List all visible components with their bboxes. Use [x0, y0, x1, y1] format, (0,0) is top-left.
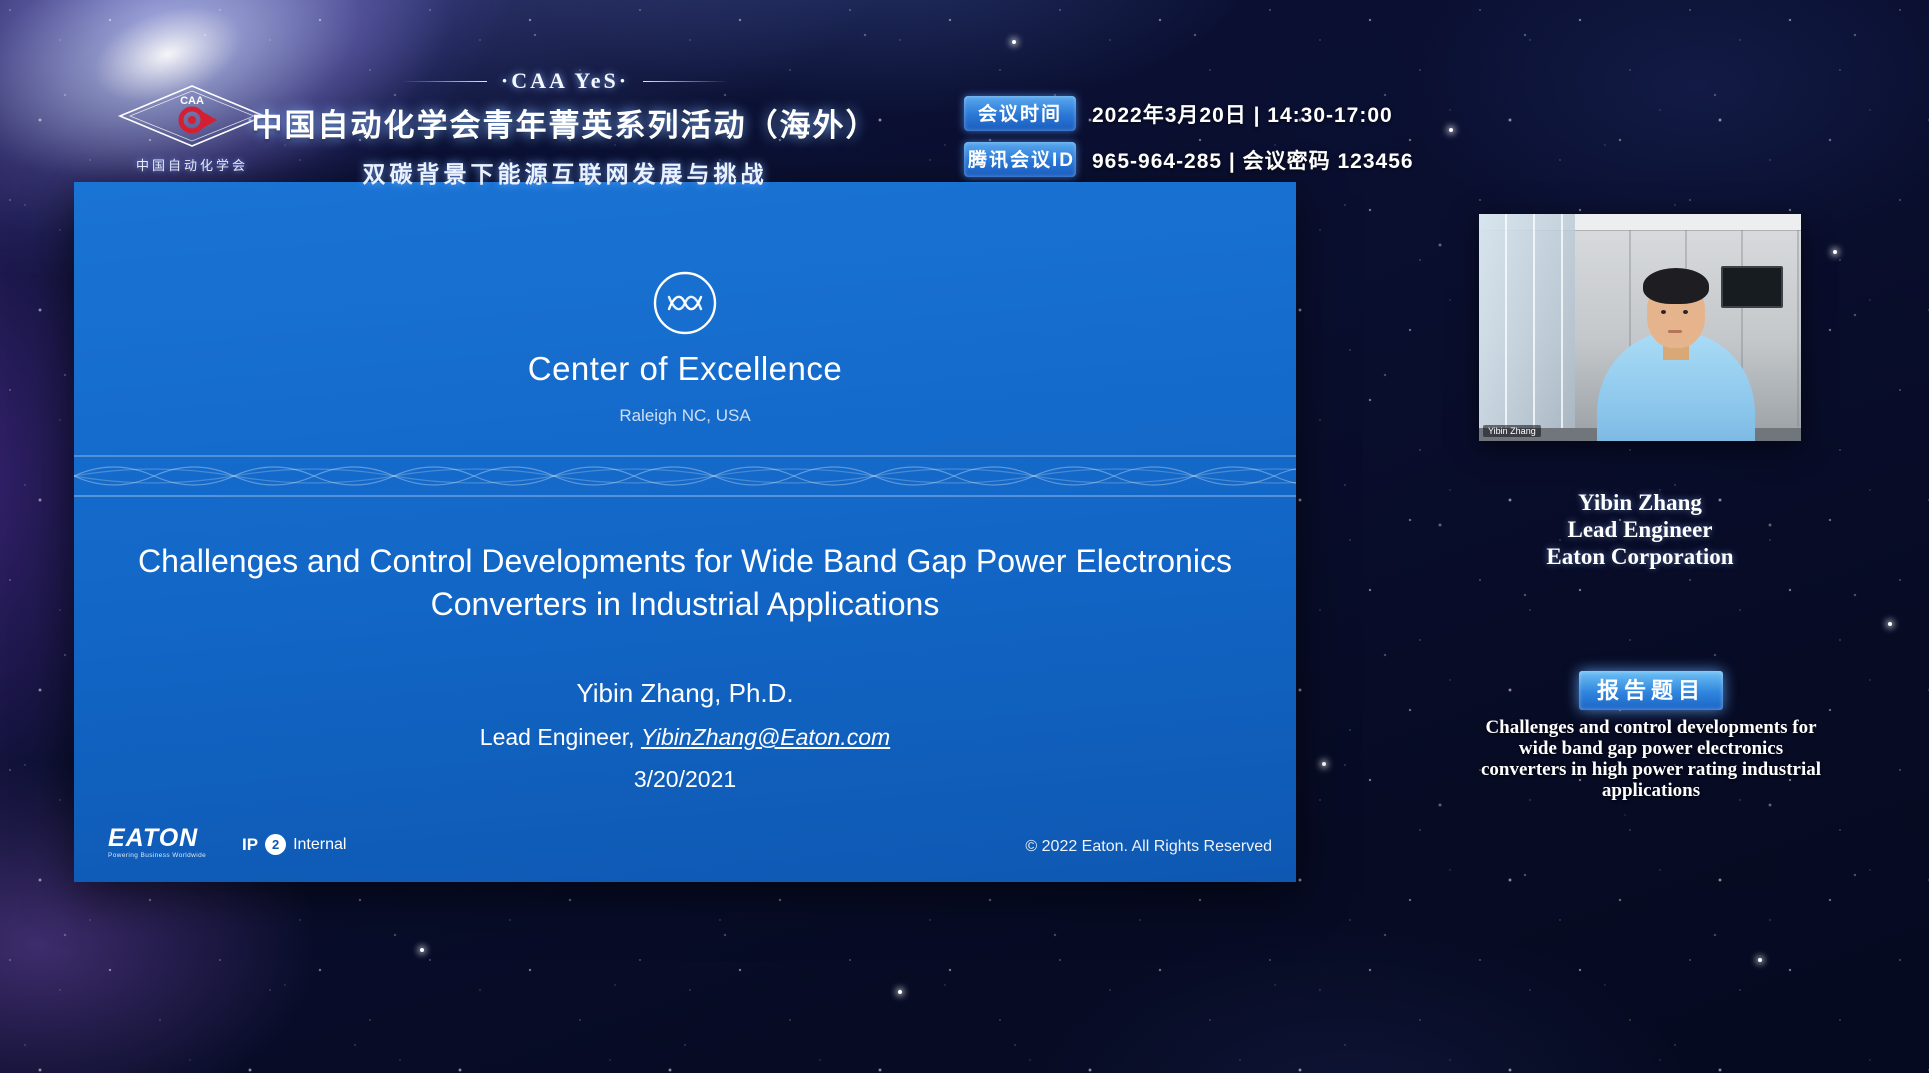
coe-wave-logo-icon — [652, 270, 718, 341]
report-title-badge: 报告题目 — [1579, 671, 1723, 710]
copyright-notice: © 2022 Eaton. All Rights Reserved — [1025, 838, 1272, 856]
wall-tv-screen — [1721, 266, 1783, 308]
presenter-name: Yibin Zhang — [1468, 489, 1812, 516]
report-title: Challenges and control developments for … — [1445, 717, 1857, 801]
presenter-video-feed[interactable]: Yibin Zhang — [1479, 214, 1801, 441]
classification-prefix: IP — [242, 835, 258, 855]
meeting-info: 会议时间 2022年3月20日 | 14:30-17:00 腾讯会议ID 965… — [964, 96, 1414, 188]
slide-title-line-2: Converters in Industrial Applications — [74, 583, 1296, 626]
meeting-id-value: 965-964-285 | 会议密码 123456 — [1092, 145, 1414, 175]
bright-star — [1012, 40, 1016, 44]
presenter-identity-block: Yibin Zhang Lead Engineer Eaton Corporat… — [1468, 489, 1812, 570]
slide-role-line: Lead Engineer, YibinZhang@Eaton.com — [74, 724, 1296, 751]
slide-org-location: Raleigh NC, USA — [74, 406, 1296, 426]
presenter-role: Lead Engineer — [1468, 516, 1812, 543]
presentation-slide: Center of Excellence Raleigh NC, USA Cha… — [74, 182, 1296, 882]
slide-org-title: Center of Excellence — [74, 350, 1296, 388]
series-row: ·CAA YeS· — [185, 68, 945, 94]
presenter-right-eye — [1683, 310, 1688, 314]
meeting-id-row: 腾讯会议ID 965-964-285 | 会议密码 123456 — [964, 142, 1414, 177]
eaton-logo: EATON Powering Business Worldwide — [108, 826, 206, 860]
meeting-time-badge: 会议时间 — [964, 96, 1076, 131]
bright-star — [1322, 762, 1326, 766]
wave-divider — [74, 450, 1296, 502]
author-email-link[interactable]: YibinZhang@Eaton.com — [641, 724, 890, 750]
bright-star — [1758, 958, 1762, 962]
bright-star — [1888, 622, 1892, 626]
report-title-line-2: wide band gap power electronics — [1445, 738, 1857, 759]
slide-author: Yibin Zhang, Ph.D. — [74, 678, 1296, 709]
meeting-time-row: 会议时间 2022年3月20日 | 14:30-17:00 — [964, 96, 1414, 131]
slide-role-prefix: Lead Engineer, — [480, 724, 641, 750]
presenter-org: Eaton Corporation — [1468, 543, 1812, 570]
report-title-line-3: converters in high power rating industri… — [1445, 759, 1857, 780]
bright-star — [1449, 128, 1453, 132]
presenter-mouth — [1668, 330, 1682, 333]
meeting-id-badge: 腾讯会议ID — [964, 142, 1076, 177]
eaton-wordmark: EATON — [108, 826, 206, 851]
report-title-line-4: applications — [1445, 780, 1857, 801]
event-title: 中国自动化学会青年菁英系列活动（海外） — [185, 100, 945, 145]
bright-star — [898, 990, 902, 994]
report-title-line-1: Challenges and control developments for — [1445, 717, 1857, 738]
video-name-overlay: Yibin Zhang — [1483, 425, 1541, 437]
decorative-line-right — [643, 81, 729, 82]
presenter-hair — [1643, 268, 1709, 304]
glass-reflection-lines — [1479, 214, 1575, 441]
presenter-left-eye — [1661, 310, 1666, 314]
eaton-tagline: Powering Business Worldwide — [108, 853, 206, 860]
decorative-line-left — [401, 81, 487, 82]
bright-star — [1833, 250, 1837, 254]
slide-title: Challenges and Control Developments for … — [74, 540, 1296, 626]
event-title-block: ·CAA YeS· 中国自动化学会青年菁英系列活动（海外） 双碳背景下能源互联网… — [185, 68, 945, 189]
office-glass-wall — [1479, 214, 1575, 441]
webinar-screenshot: CAA 中国自动化学会 ·CAA YeS· 中国自动化学会青年菁英系列活动（海外… — [0, 0, 1929, 1073]
classification-mark: IP 2 Internal — [242, 834, 346, 855]
bright-star — [420, 948, 424, 952]
slide-title-line-1: Challenges and Control Developments for … — [74, 540, 1296, 583]
series-label: ·CAA YeS· — [501, 68, 629, 94]
classification-level-icon: 2 — [265, 834, 286, 855]
meeting-time-value: 2022年3月20日 | 14:30-17:00 — [1092, 99, 1393, 129]
slide-date: 3/20/2021 — [74, 766, 1296, 793]
event-subtitle: 双碳背景下能源互联网发展与挑战 — [185, 155, 945, 189]
classification-label: Internal — [293, 836, 346, 854]
